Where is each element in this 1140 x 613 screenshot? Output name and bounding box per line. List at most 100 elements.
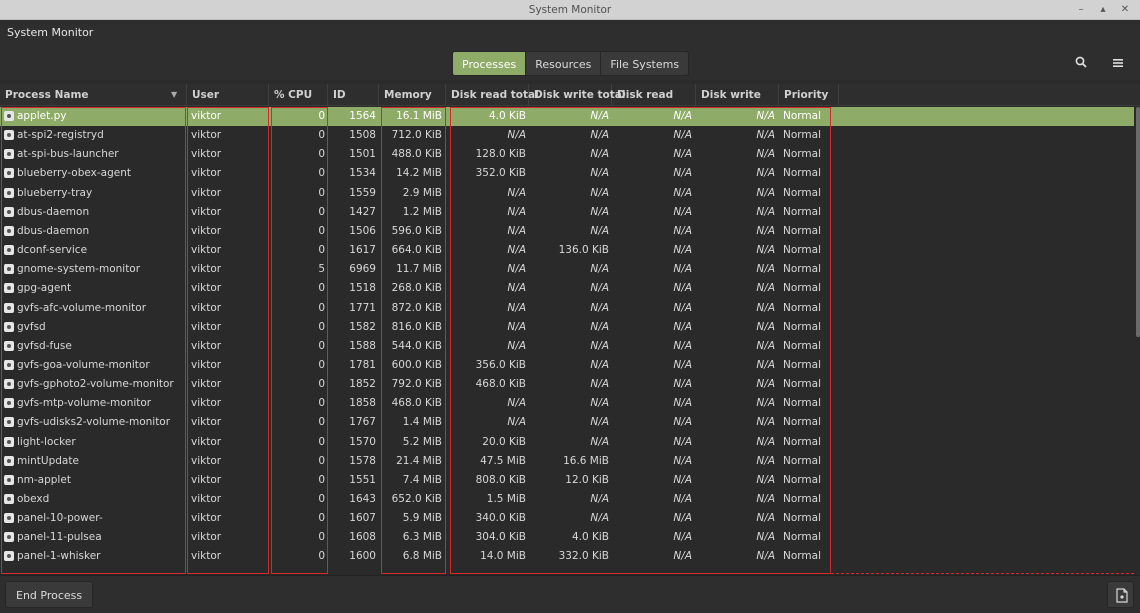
cell-memory: 816.0 KiB: [391, 320, 442, 333]
table-row[interactable]: gvfs-goa-volume-monitor viktor 0 1781 600.0 …: [0, 356, 1134, 375]
table-row[interactable]: obexd viktor 0 1643 652.0 KiB 1.5 MiB N/A N/A N/…: [0, 490, 1134, 509]
table-row[interactable]: light-locker viktor 0 1570 5.2 MiB 20.0 KiB N/…: [0, 433, 1134, 452]
column-header-memory[interactable]: Memory: [379, 84, 446, 106]
minimize-icon[interactable]: –: [1072, 2, 1090, 17]
cell-disk-write-total: N/A: [590, 110, 609, 122]
cell-disk-read: N/A: [673, 339, 692, 352]
process-icon: [4, 532, 14, 543]
table-row[interactable]: panel-10-power-viktor 0 1607 5.9 MiB 340.0 K…: [0, 509, 1134, 528]
column-header-user[interactable]: User: [187, 84, 269, 106]
table-row[interactable]: at-spi-bus-launcher viktor 0 1501 488.0 KiB 1…: [0, 145, 1134, 164]
cell-priority: Normal: [783, 110, 821, 122]
cell-process-name: gvfs-mtp-volume-monitor: [17, 397, 152, 410]
cell-id: 1570: [349, 435, 376, 448]
cell-id: 1852: [349, 378, 376, 391]
cell-priority: Normal: [783, 263, 821, 276]
table-row[interactable]: dconf-service viktor 0 1617 664.0 KiB N/A 136.…: [0, 241, 1134, 260]
cell-memory: 14.2 MiB: [396, 167, 442, 180]
cell-priority: Normal: [783, 320, 821, 333]
close-icon[interactable]: ✕: [1116, 2, 1134, 17]
process-table: Process Name ▼ User % CPU ID Memory Disk…: [0, 84, 1140, 575]
column-header-disk-write[interactable]: Disk write: [696, 84, 779, 106]
table-row[interactable]: gpg-agent viktor 0 1518 268.0 KiB N/A N/A N/A N/…: [0, 279, 1134, 298]
cell-disk-write-total: N/A: [590, 301, 609, 314]
table-row[interactable]: applet.py viktor 0 1564 16.1 MiB 4.0 KiB N/A N/…: [0, 107, 1134, 127]
tab-resources[interactable]: Resources: [525, 51, 602, 76]
cell-disk-write: N/A: [756, 244, 775, 257]
end-process-button[interactable]: End Process: [5, 581, 94, 608]
table-row[interactable]: gvfs-gphoto2-volume-monitor viktor 0 1852 79…: [0, 375, 1134, 394]
table-row[interactable]: at-spi2-registryd viktor 0 1508 712.0 KiB N/A…: [0, 126, 1134, 145]
column-header-disk-read[interactable]: Disk read: [612, 84, 696, 106]
column-header-disk-read-total[interactable]: Disk read total: [446, 84, 539, 106]
table-row[interactable]: blueberry-tray viktor 0 1559 2.9 MiB N/A N/A N/…: [0, 184, 1134, 203]
cell-user: viktor: [191, 129, 222, 142]
cell-process-name: obexd: [17, 493, 50, 505]
cell-priority: Normal: [783, 358, 821, 371]
cell-id: 1564: [349, 110, 376, 122]
cell-disk-write: N/A: [756, 512, 775, 525]
cell-disk-write-total: N/A: [590, 416, 609, 429]
hamburger-menu-icon[interactable]: [1108, 54, 1128, 74]
table-row[interactable]: gvfsd viktor 0 1582 816.0 KiB N/A N/A N/A N/A Nor…: [0, 318, 1134, 337]
process-icon: [4, 302, 14, 313]
cell-disk-write-total: 12.0 KiB: [565, 473, 609, 486]
cell-user: viktor: [191, 110, 222, 122]
cell-disk-read-total: N/A: [507, 397, 526, 410]
table-row[interactable]: panel-1-whisker viktor 0 1600 6.8 MiB 14.0 Mi…: [0, 547, 1134, 566]
search-icon[interactable]: [1071, 54, 1091, 74]
cell-user: viktor: [191, 320, 222, 333]
column-header-id[interactable]: ID: [328, 84, 379, 106]
table-row[interactable]: panel-11-pulsea viktor 0 1608 6.3 MiB 304.0 K…: [0, 528, 1134, 547]
vertical-scrollbar[interactable]: [1136, 107, 1140, 337]
cell-user: viktor: [191, 263, 222, 276]
cell-disk-write: N/A: [756, 531, 775, 544]
cell-disk-read-total: N/A: [507, 224, 526, 237]
table-row[interactable]: gvfs-mtp-volume-monitor viktor 0 1858 468.0 …: [0, 394, 1134, 413]
table-row[interactable]: gvfsd-fuse viktor 0 1588 544.0 KiB N/A N/A N/A N…: [0, 337, 1134, 356]
process-icon: [4, 551, 14, 562]
cell-memory: 652.0 KiB: [391, 493, 442, 505]
cell-disk-write-total: N/A: [590, 224, 609, 237]
cell-priority: Normal: [783, 339, 821, 352]
cell-disk-write: N/A: [756, 282, 775, 295]
table-row[interactable]: gvfs-udisks2-volume-monitor viktor 0 1767 1.…: [0, 413, 1134, 432]
cell-memory: 712.0 KiB: [391, 129, 442, 142]
document-properties-icon[interactable]: [1107, 581, 1134, 608]
cell-cpu: 0: [318, 224, 325, 237]
table-row[interactable]: dbus-daemon viktor 0 1427 1.2 MiB N/A N/A N/A N/…: [0, 203, 1134, 222]
table-row[interactable]: mintUpdate viktor 0 1578 21.4 MiB 47.5 MiB 16.…: [0, 452, 1134, 471]
cell-disk-read: N/A: [673, 512, 692, 525]
table-row[interactable]: gnome-system-monitor viktor 5 6969 11.7 MiB N…: [0, 260, 1134, 279]
column-header-process-name[interactable]: Process Name: [0, 84, 187, 106]
cell-disk-read-total: 128.0 KiB: [475, 148, 526, 161]
cell-memory: 16.1 MiB: [396, 110, 442, 122]
tab-file-systems[interactable]: File Systems: [600, 51, 690, 76]
cell-cpu: 5: [318, 263, 325, 276]
cell-cpu: 0: [318, 282, 325, 295]
cell-disk-write: N/A: [756, 205, 775, 218]
cell-process-name: light-locker: [17, 435, 76, 448]
process-icon: [4, 474, 14, 485]
cell-disk-read-total: 14.0 MiB: [480, 550, 526, 563]
table-row[interactable]: dbus-daemon viktor 0 1506 596.0 KiB N/A N/A N/A…: [0, 222, 1134, 241]
maximize-icon[interactable]: ▴: [1094, 2, 1112, 17]
cell-process-name: dbus-daemon: [17, 205, 90, 218]
tab-processes[interactable]: Processes: [452, 51, 527, 76]
cell-memory: 6.8 MiB: [402, 550, 442, 563]
cell-user: viktor: [191, 397, 222, 410]
cell-disk-read: N/A: [673, 129, 692, 142]
cell-priority: Normal: [783, 454, 821, 467]
cell-process-name: panel-11-pulsea: [17, 531, 102, 544]
cell-id: 1617: [349, 244, 376, 257]
table-row[interactable]: blueberry-obex-agent viktor 0 1534 14.2 MiB 3…: [0, 164, 1134, 183]
column-header-cpu[interactable]: % CPU: [269, 84, 328, 106]
column-header-disk-write-total[interactable]: Disk write total: [529, 84, 625, 106]
table-row[interactable]: gvfs-afc-volume-monitor viktor 0 1771 872.0 …: [0, 299, 1134, 318]
table-row[interactable]: nm-applet viktor 0 1551 7.4 MiB 808.0 KiB 12.0…: [0, 471, 1134, 490]
cell-process-name: gvfs-gphoto2-volume-monitor: [17, 378, 174, 391]
cell-disk-write-total: N/A: [590, 512, 609, 525]
cell-disk-read-total: N/A: [507, 339, 526, 352]
cell-priority: Normal: [783, 167, 821, 180]
column-header-priority[interactable]: Priority: [779, 84, 839, 106]
